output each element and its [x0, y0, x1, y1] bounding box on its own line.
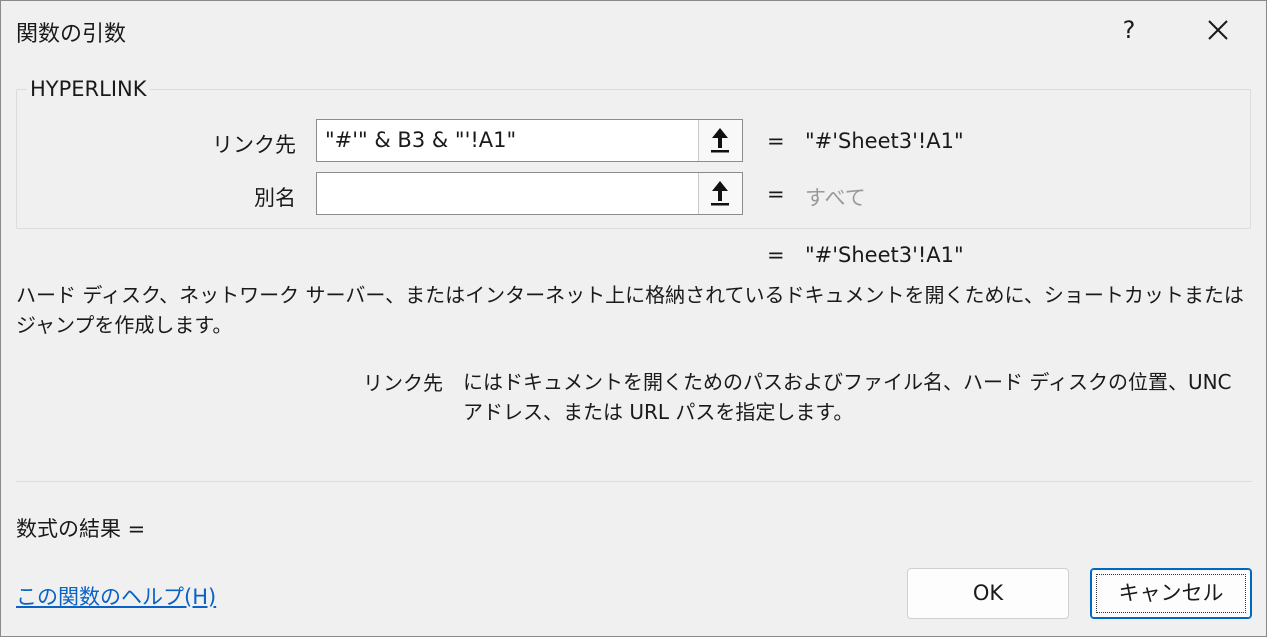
function-result-equals: = [767, 243, 785, 267]
function-description: ハード ディスク、ネットワーク サーバー、またはインターネット上に格納されている… [16, 283, 1244, 337]
title-bar: 関数の引数 ? [1, 1, 1266, 59]
function-result-value: "#'Sheet3'!A1" [805, 243, 964, 267]
argument-label-link-location: リンク先 [212, 133, 296, 157]
argument-label-friendly-name: 別名 [254, 186, 296, 210]
friendly-name-input[interactable] [316, 172, 743, 215]
close-icon [1208, 20, 1228, 40]
focus-rectangle [1096, 574, 1246, 613]
cancel-button[interactable]: キャンセル [1090, 568, 1252, 619]
argument-help-name: リンク先 [363, 371, 443, 395]
close-button[interactable] [1191, 7, 1245, 53]
collapse-dialog-arrow-icon [711, 181, 729, 206]
link-location-ref-button[interactable] [698, 120, 742, 161]
friendly-name-result: すべて [805, 186, 866, 210]
argument-help-text: にはドキュメントを開くためのパスおよびファイル名、ハード ディスクの位置、UNC… [463, 370, 1232, 424]
friendly-name-ref-button[interactable] [698, 173, 742, 214]
equals-sign: = [767, 129, 785, 153]
divider [16, 481, 1252, 482]
function-arguments-dialog: 関数の引数 ? HYPERLINK リンク先 "#'" & B3 & "'!A1… [0, 0, 1267, 637]
help-button[interactable]: ? [1107, 7, 1151, 53]
function-help-link[interactable]: この関数のヘルプ(H) [16, 581, 216, 611]
link-location-input[interactable]: "#'" & B3 & "'!A1" [316, 119, 743, 162]
link-location-value: "#'" & B3 & "'!A1" [325, 128, 517, 152]
equals-sign: = [767, 182, 785, 206]
collapse-dialog-arrow-icon [711, 128, 729, 153]
dialog-title: 関数の引数 [16, 22, 127, 47]
link-location-result: "#'Sheet3'!A1" [805, 129, 964, 153]
function-name: HYPERLINK [27, 77, 150, 101]
ok-button[interactable]: OK [907, 568, 1069, 619]
formula-result-label: 数式の結果 = [16, 517, 146, 541]
